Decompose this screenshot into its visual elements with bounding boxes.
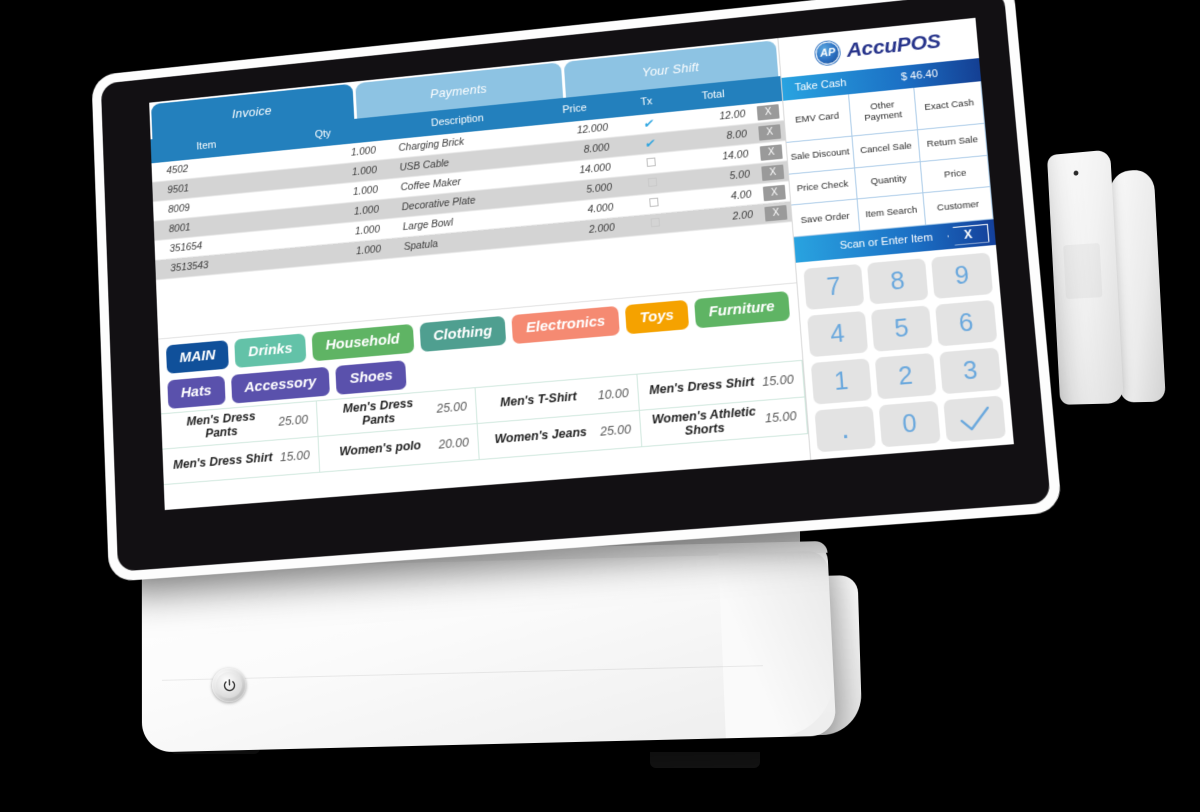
checkmark-icon: ✔ xyxy=(642,116,654,131)
delete-icon: X xyxy=(764,204,788,222)
product-price: 15.00 xyxy=(279,447,311,464)
display-shell: Invoice Payments Your Shift Item Qty Des… xyxy=(91,0,1063,582)
keypad-key-1[interactable]: 1 xyxy=(810,358,873,405)
invoice-item-total: 12.00 xyxy=(718,108,746,123)
card-reader-slot xyxy=(1063,243,1102,299)
delete-icon: X xyxy=(758,123,782,141)
department-tab-electronics[interactable]: Electronics xyxy=(511,305,621,344)
product-name: Women's Jeans xyxy=(494,424,588,447)
left-pane: Invoice Payments Your Shift Item Qty Des… xyxy=(149,38,811,511)
invoice-item-total: 5.00 xyxy=(729,168,751,183)
keypad-key-9[interactable]: 9 xyxy=(930,252,994,299)
department-tab-drinks[interactable]: Drinks xyxy=(234,333,307,368)
product-price: 25.00 xyxy=(599,421,632,439)
delete-icon: X xyxy=(762,184,786,201)
department-tab-hats[interactable]: Hats xyxy=(167,375,226,409)
keypad-key-2[interactable]: 2 xyxy=(874,352,937,400)
invoice-row-delete-button[interactable]: X xyxy=(760,204,791,222)
department-tab-clothing[interactable]: Clothing xyxy=(419,315,507,352)
product-name: Men's Dress Shirt xyxy=(648,374,755,398)
product-price: 20.00 xyxy=(438,435,470,452)
department-tab-main[interactable]: MAIN xyxy=(165,340,230,374)
invoice-item-tax-toggle[interactable]: ✔ xyxy=(621,134,679,153)
product-price: 25.00 xyxy=(278,412,309,429)
column-header-delete xyxy=(751,83,782,97)
pos-terminal-hardware: Invoice Payments Your Shift Item Qty Des… xyxy=(0,0,1200,812)
column-header-total: Total xyxy=(701,88,725,103)
invoice-item-total: 8.00 xyxy=(726,128,748,142)
keypad-key-5[interactable]: 5 xyxy=(870,305,933,352)
invoice-item-tax-toggle[interactable] xyxy=(622,155,680,172)
keypad-key-4[interactable]: 4 xyxy=(807,310,869,358)
power-icon xyxy=(223,678,235,691)
backspace-icon[interactable]: X xyxy=(947,223,990,245)
department-tab-toys[interactable]: Toys xyxy=(625,299,689,335)
delete-icon: X xyxy=(759,143,783,161)
invoice-item-total: 2.00 xyxy=(732,209,754,223)
checkmark-icon xyxy=(956,402,994,435)
department-tab-accessory[interactable]: Accessory xyxy=(230,366,331,404)
column-header-tax: Tx xyxy=(640,95,653,109)
department-tab-household[interactable]: Household xyxy=(311,323,414,362)
empty-checkbox-icon xyxy=(648,197,659,208)
function-button-emv-card[interactable]: EMV Card xyxy=(783,94,853,143)
function-button-exact-cash[interactable]: Exact Cash xyxy=(914,81,985,130)
invoice-item-tax-toggle[interactable]: ✔ xyxy=(619,114,677,133)
screen-viewport: Invoice Payments Your Shift Item Qty Des… xyxy=(149,17,1014,511)
keypad-key-0[interactable]: 0 xyxy=(878,400,941,448)
invoice-row-delete-button[interactable]: X xyxy=(753,103,784,121)
keypad-key-3[interactable]: 3 xyxy=(939,347,1002,395)
invoice-row-delete-button[interactable]: X xyxy=(759,184,790,201)
brand-name: AccuPOS xyxy=(845,30,942,62)
take-cash-label: Take Cash xyxy=(794,77,848,94)
checkmark-icon: ✔ xyxy=(643,136,655,151)
product-price: 25.00 xyxy=(436,399,468,416)
function-button-other-payment[interactable]: Other Payment xyxy=(848,87,919,137)
card-reader-led-icon xyxy=(1073,170,1079,176)
pos-application: Invoice Payments Your Shift Item Qty Des… xyxy=(149,17,1014,511)
keypad-key-decimal[interactable]: . xyxy=(814,405,876,453)
invoice-item-tax-toggle[interactable] xyxy=(626,216,684,233)
invoice-item-tax-toggle[interactable] xyxy=(625,195,683,212)
keypad-key-6[interactable]: 6 xyxy=(935,299,998,347)
base-right-curve xyxy=(718,550,837,739)
product-price: 10.00 xyxy=(597,385,630,402)
product-name: Women's Athletic Shorts xyxy=(651,404,757,438)
empty-checkbox-icon xyxy=(645,157,656,167)
numeric-keypad: 789 456 123.0 xyxy=(795,244,1014,460)
base-foot-right xyxy=(650,752,760,768)
base-seam xyxy=(161,665,763,681)
invoice-row-delete-button[interactable]: X xyxy=(757,164,788,181)
function-button-grid: EMV Card Other Payment Exact Cash Sale Disc… xyxy=(783,81,994,238)
display-bezel: Invoice Payments Your Shift Item Qty Des… xyxy=(100,0,1051,572)
empty-checkbox-icon xyxy=(650,217,660,228)
terminal-base xyxy=(141,540,837,753)
keypad-enter-button[interactable] xyxy=(943,395,1006,443)
product-name: Men's T-Shirt xyxy=(499,389,578,410)
keypad-key-8[interactable]: 8 xyxy=(866,258,929,305)
department-tab-shoes[interactable]: Shoes xyxy=(335,359,408,395)
right-pane: AP AccuPOS Take Cash $ 46.40 EMV Card Oth… xyxy=(777,17,1014,460)
accupos-logo-icon: AP xyxy=(814,40,841,66)
department-tab-furniture[interactable]: Furniture xyxy=(693,290,790,329)
invoice-item-total: 14.00 xyxy=(721,148,749,163)
product-name: Women's polo xyxy=(339,438,422,459)
delete-icon: X xyxy=(761,164,785,181)
product-price: 15.00 xyxy=(764,408,798,425)
product-name: Men's Dress Shirt xyxy=(172,450,273,472)
invoice-row-delete-button[interactable]: X xyxy=(756,143,787,161)
product-name: Men's Dress Pants xyxy=(342,396,414,428)
keypad-key-7[interactable]: 7 xyxy=(803,263,865,311)
invoice-item-tax-toggle[interactable] xyxy=(623,175,681,192)
delete-icon: X xyxy=(756,103,780,121)
product-name: Men's Dress Pants xyxy=(186,409,256,440)
invoice-row-delete-button[interactable]: X xyxy=(754,123,785,141)
column-header-price: Price xyxy=(562,102,588,116)
product-price: 15.00 xyxy=(761,372,795,389)
empty-checkbox-icon xyxy=(647,177,657,188)
invoice-item-total: 4.00 xyxy=(730,188,752,203)
